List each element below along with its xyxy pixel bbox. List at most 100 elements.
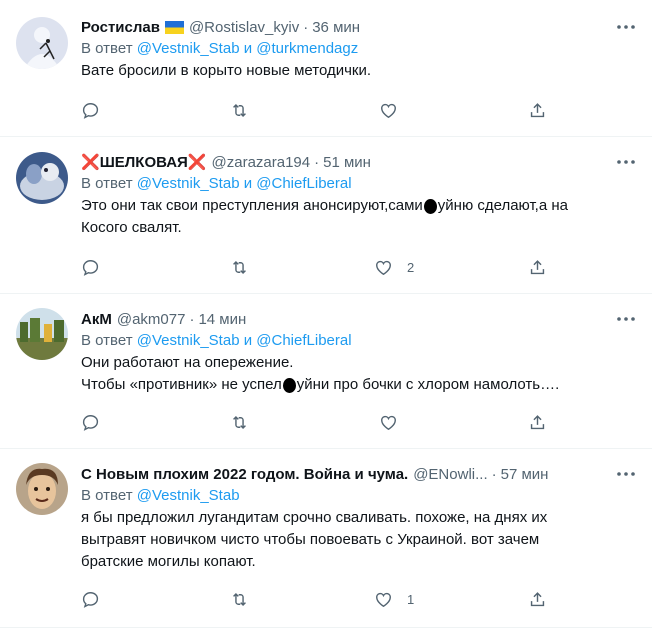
display-name[interactable]: ШЕЛКОВАЯ — [100, 154, 188, 171]
display-name[interactable]: С Новым плохим 2022 годом. Война и чума. — [81, 466, 408, 483]
display-name[interactable]: АкМ — [81, 311, 112, 328]
action-bar — [81, 413, 551, 435]
mention-link[interactable]: @Vestnik_Stab — [137, 175, 240, 192]
tweet-text: Это они так свои преступления анонсируют… — [81, 195, 640, 239]
tweet-text: Они работают на опережение. Чтобы «проти… — [81, 352, 640, 396]
text-line: вытравят новичком чисто чтобы повоевать … — [81, 531, 540, 548]
text-line: Чтобы «противник» не успел уйни про бочки… — [81, 374, 640, 396]
reply-button[interactable] — [81, 413, 100, 432]
avatar[interactable] — [16, 17, 68, 69]
share-button[interactable] — [528, 413, 547, 432]
like-button[interactable]: 2 — [374, 258, 414, 277]
reply-icon — [82, 103, 99, 119]
reply-prefix: В ответ — [81, 487, 133, 504]
share-icon — [530, 103, 545, 118]
retweet-icon — [233, 592, 246, 607]
text-line: Вате бросили в корыто новые методички. — [81, 62, 372, 79]
reply-icon — [82, 592, 99, 608]
tweet-text: Вате бросили в корыто новые методички. — [81, 60, 640, 82]
user-handle[interactable]: @akm077 — [117, 311, 186, 328]
separator-dot: · — [189, 310, 195, 328]
text-fragment: уйни про бочки с хлором намолоть…. — [296, 376, 560, 393]
reply-prefix: В ответ — [81, 40, 133, 57]
censor-blob — [423, 198, 437, 214]
text-line: братские могилы копают. — [81, 553, 256, 570]
share-button[interactable] — [528, 258, 547, 277]
mention-link[interactable]: @Vestnik_Stab — [137, 40, 240, 57]
share-button[interactable] — [528, 590, 547, 609]
reply-context: В ответ @Vestnik_Stab и @ChiefLiberal — [81, 330, 640, 352]
more-icon[interactable] — [616, 151, 636, 173]
retweet-icon — [233, 103, 246, 118]
mention-link[interactable]: @ChiefLiberal — [256, 332, 351, 349]
like-count: 2 — [407, 260, 415, 275]
text-line: я бы предложил лугандитам срочно свалива… — [81, 509, 548, 526]
retweet-button[interactable] — [230, 101, 249, 120]
user-handle[interactable]: @ENowli... — [413, 466, 487, 483]
text-fragment: Это они так свои преступления анонсируют… — [81, 197, 423, 214]
timestamp[interactable]: 51 мин — [323, 154, 371, 171]
ukraine-flag-icon — [164, 20, 184, 34]
reply-and: и — [243, 40, 253, 57]
retweet-button[interactable] — [230, 590, 249, 609]
mention-link[interactable]: @Vestnik_Stab — [137, 332, 240, 349]
mention-link[interactable]: @turkmendagz — [256, 40, 358, 57]
tweet[interactable]: С Новым плохим 2022 годом. Война и чума.… — [0, 449, 652, 628]
action-bar: 1 — [81, 590, 551, 612]
tweet-text: я бы предложил лугандитам срочно свалива… — [81, 507, 640, 573]
like-count: 1 — [407, 592, 415, 607]
reply-button[interactable] — [81, 101, 100, 120]
reply-and: и — [243, 175, 253, 192]
cross-mark-icon: ❌ — [187, 154, 207, 171]
share-icon — [530, 592, 545, 607]
like-icon — [381, 415, 396, 431]
reply-icon — [82, 415, 99, 431]
tweet-header: С Новым плохим 2022 годом. Война и чума.… — [81, 463, 640, 485]
more-icon[interactable] — [616, 16, 636, 38]
avatar[interactable] — [16, 308, 68, 360]
share-icon — [530, 260, 545, 275]
reply-context: В ответ @Vestnik_Stab и @ChiefLiberal — [81, 173, 640, 195]
timestamp[interactable]: 36 мин — [312, 19, 360, 36]
text-line: Косого свалят. — [81, 219, 182, 236]
tweet[interactable]: Ростислав @Rostislav_kyiv · 36 мин В отв… — [0, 0, 652, 137]
more-icon[interactable] — [616, 463, 636, 485]
display-name[interactable]: Ростислав — [81, 19, 160, 36]
share-icon — [530, 415, 545, 430]
mention-link[interactable]: @ChiefLiberal — [256, 175, 351, 192]
retweet-icon — [233, 415, 246, 430]
retweet-button[interactable] — [230, 413, 249, 432]
more-icon[interactable] — [616, 308, 636, 330]
text-line: Они работают на опережение. — [81, 354, 294, 371]
reply-icon — [82, 260, 99, 276]
like-button[interactable]: 1 — [374, 590, 414, 609]
like-icon — [376, 592, 391, 608]
reply-button[interactable] — [81, 590, 100, 609]
tweet-header: Ростислав @Rostislav_kyiv · 36 мин — [81, 16, 640, 38]
tweet-header: АкМ @akm077 · 14 мин — [81, 308, 640, 330]
share-button[interactable] — [528, 101, 547, 120]
text-fragment: Чтобы «противник» не успел — [81, 376, 282, 393]
text-fragment: уйню сделают,а на — [437, 197, 568, 214]
avatar[interactable] — [16, 152, 68, 204]
retweet-button[interactable] — [230, 258, 249, 277]
like-icon — [381, 103, 396, 119]
text-line: Это они так свои преступления анонсируют… — [81, 195, 640, 217]
like-button[interactable] — [379, 101, 412, 120]
mention-link[interactable]: @Vestnik_Stab — [137, 487, 240, 504]
reply-button[interactable] — [81, 258, 100, 277]
timestamp[interactable]: 14 мин — [198, 311, 246, 328]
censor-blob — [282, 377, 296, 393]
reply-and: и — [243, 332, 253, 349]
reply-prefix: В ответ — [81, 332, 133, 349]
timestamp[interactable]: 57 мин — [501, 466, 549, 483]
separator-dot: · — [491, 465, 497, 483]
user-handle[interactable]: @Rostislav_kyiv — [189, 19, 299, 36]
user-handle[interactable]: @zarazara194 — [212, 154, 311, 171]
avatar[interactable] — [16, 463, 68, 515]
action-bar — [81, 101, 551, 123]
tweet[interactable]: ❌ ШЕЛКОВАЯ ❌ @zarazara194 · 51 мин В отв… — [0, 137, 652, 294]
reply-context: В ответ @Vestnik_Stab — [81, 485, 640, 507]
tweet[interactable]: АкМ @akm077 · 14 мин В ответ @Vestnik_St… — [0, 294, 652, 449]
like-button[interactable] — [379, 413, 412, 432]
